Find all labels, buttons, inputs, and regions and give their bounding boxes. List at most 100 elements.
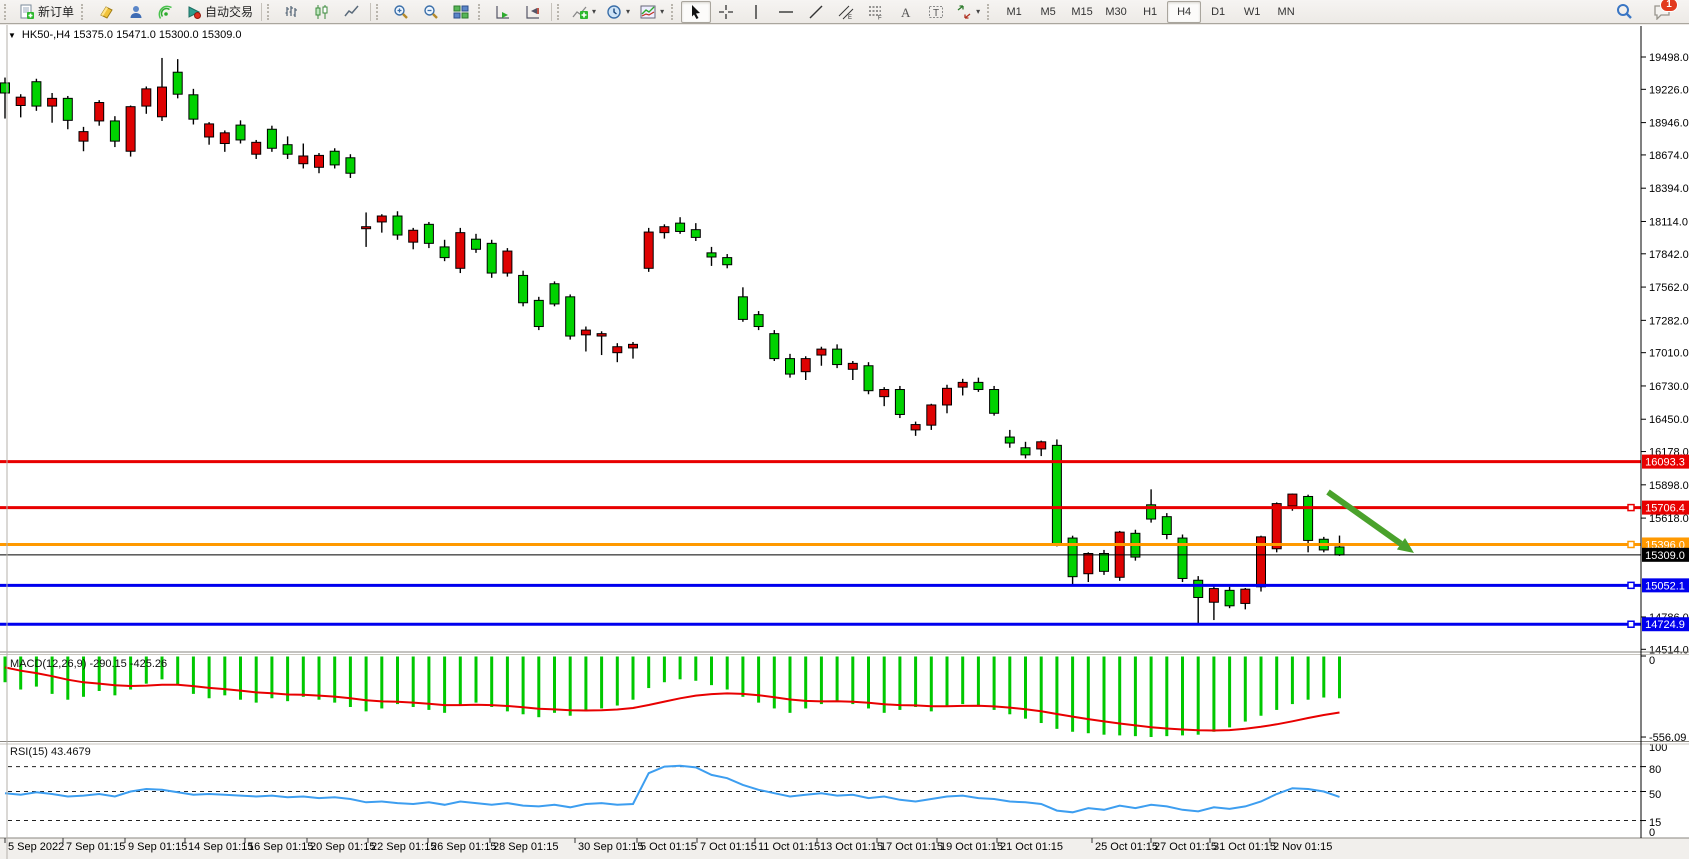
metaeditor-button[interactable]	[91, 1, 121, 23]
line-handle[interactable]	[1627, 620, 1635, 628]
indicators-button[interactable]: ▾	[567, 1, 601, 23]
candle	[125, 106, 136, 152]
date-tick-label: 26 Sep 01:15	[431, 841, 496, 853]
arrows-button[interactable]: ▾	[951, 1, 985, 23]
tile-windows-button[interactable]	[446, 1, 476, 23]
candle	[863, 365, 874, 392]
candle	[926, 404, 937, 426]
fibonacci-button[interactable]: F	[861, 1, 891, 23]
candle	[675, 222, 686, 232]
timeframe-w1[interactable]: W1	[1235, 1, 1269, 23]
candle	[408, 229, 419, 243]
candle	[1271, 503, 1282, 550]
periods-button[interactable]: ▾	[601, 1, 635, 23]
vertical-line-button[interactable]	[741, 1, 771, 23]
zoom-in-button[interactable]	[386, 1, 416, 23]
crosshair-button[interactable]	[711, 1, 741, 23]
autotrading-button[interactable]: 自动交易	[181, 1, 258, 23]
line-handle[interactable]	[1627, 540, 1635, 549]
macd-bar	[772, 656, 776, 709]
timeframe-m30-label: M30	[1105, 5, 1127, 18]
hline-icon	[778, 4, 794, 20]
cursor-button[interactable]	[681, 0, 712, 23]
timeframe-m15[interactable]: M15	[1065, 1, 1099, 23]
line-handle[interactable]	[1627, 581, 1635, 590]
chart-menu-icon[interactable]: ▼	[8, 31, 16, 40]
macd-bar	[867, 656, 870, 709]
timeframe-h4[interactable]: H4	[1167, 0, 1202, 23]
timeframe-m5[interactable]: M5	[1031, 1, 1065, 23]
timeframe-m30[interactable]: M30	[1099, 1, 1133, 23]
auto-scroll-button[interactable]	[488, 1, 518, 23]
toolbar-grip	[557, 3, 563, 20]
macd-bar	[1039, 656, 1043, 724]
candle	[816, 348, 827, 356]
timeframe-mn[interactable]: MN	[1269, 1, 1303, 23]
macd-bar	[976, 656, 980, 706]
toolbar-separator	[261, 2, 263, 21]
candle	[31, 81, 42, 107]
signals-button[interactable]	[151, 1, 181, 23]
rsi-line	[4, 764, 1340, 814]
candlesticks	[0, 57, 1345, 625]
candle	[612, 346, 623, 354]
macd-bar	[1086, 656, 1090, 734]
macd-bar	[600, 656, 604, 709]
macd-bar	[348, 656, 352, 707]
macd-bar	[505, 656, 509, 712]
macd-bar	[1322, 656, 1326, 698]
macd-bar	[176, 656, 180, 686]
macd-bar	[914, 656, 918, 707]
candle	[1193, 579, 1204, 598]
chevron-down-icon[interactable]: ▾	[626, 7, 630, 16]
candle	[1240, 588, 1251, 604]
chevron-down-icon[interactable]: ▾	[976, 7, 980, 16]
cursor-icon	[688, 4, 704, 20]
date-tick-label: 7 Oct 01:15	[700, 841, 757, 853]
chevron-down-icon[interactable]: ▾	[592, 7, 596, 16]
macd-bar	[741, 656, 745, 697]
candle	[251, 141, 262, 155]
zoom-out-button[interactable]	[416, 1, 446, 23]
price-chart: 19498.0 19226.0 18946.0 18674.0 18394.0 18114…	[0, 25, 1689, 859]
candle	[1224, 589, 1235, 607]
timeframe-d1-label: D1	[1211, 5, 1226, 18]
bar-chart-button[interactable]	[277, 1, 307, 23]
candle	[847, 362, 858, 370]
price-tick-label: 16730.0	[1649, 381, 1689, 393]
candle	[942, 387, 952, 406]
chat-button[interactable]: 1	[1647, 0, 1678, 23]
macd-label: MACD(12,26,9) -290.15 -425.26	[10, 658, 168, 670]
candle	[109, 120, 120, 142]
toolbar-right-group: 1	[1609, 0, 1687, 23]
search-button[interactable]	[1609, 1, 1639, 23]
svg-text:F: F	[878, 15, 882, 20]
line-handle[interactable]	[1627, 503, 1635, 512]
macd-bar	[3, 656, 7, 683]
timeframe-m5-label: M5	[1040, 5, 1056, 18]
line-chart-button[interactable]	[337, 1, 367, 23]
macd-bar	[631, 656, 635, 700]
vps-button[interactable]	[121, 1, 151, 23]
chevron-down-icon[interactable]: ▾	[660, 7, 664, 16]
text-label-button[interactable]: T	[921, 1, 951, 23]
templates-icon	[640, 4, 656, 20]
trendline-button[interactable]	[801, 1, 831, 23]
svg-text:A: A	[901, 5, 911, 20]
candle	[1036, 441, 1047, 450]
chart-shift-button[interactable]	[518, 1, 548, 23]
toolbar-grip	[4, 3, 10, 20]
timeframe-h1[interactable]: H1	[1133, 1, 1167, 23]
templates-button[interactable]: ▾	[635, 1, 669, 23]
text-button[interactable]: A	[891, 1, 921, 23]
horizontal-line-button[interactable]	[771, 1, 801, 23]
candlestick-button[interactable]	[307, 1, 337, 23]
timeframe-h4-label: H4	[1177, 5, 1192, 18]
date-tick-label: 27 Oct 01:15	[1154, 841, 1217, 853]
timeframe-d1[interactable]: D1	[1201, 1, 1235, 23]
chart-header: ▼ HK50-,H4 15375.0 15471.0 15300.0 15309…	[8, 29, 242, 41]
candle	[314, 154, 324, 168]
new-order-button[interactable]: 新订单	[14, 1, 79, 23]
timeframe-m1[interactable]: M1	[997, 1, 1031, 23]
equidistant-channel-button[interactable]: E	[831, 1, 861, 23]
